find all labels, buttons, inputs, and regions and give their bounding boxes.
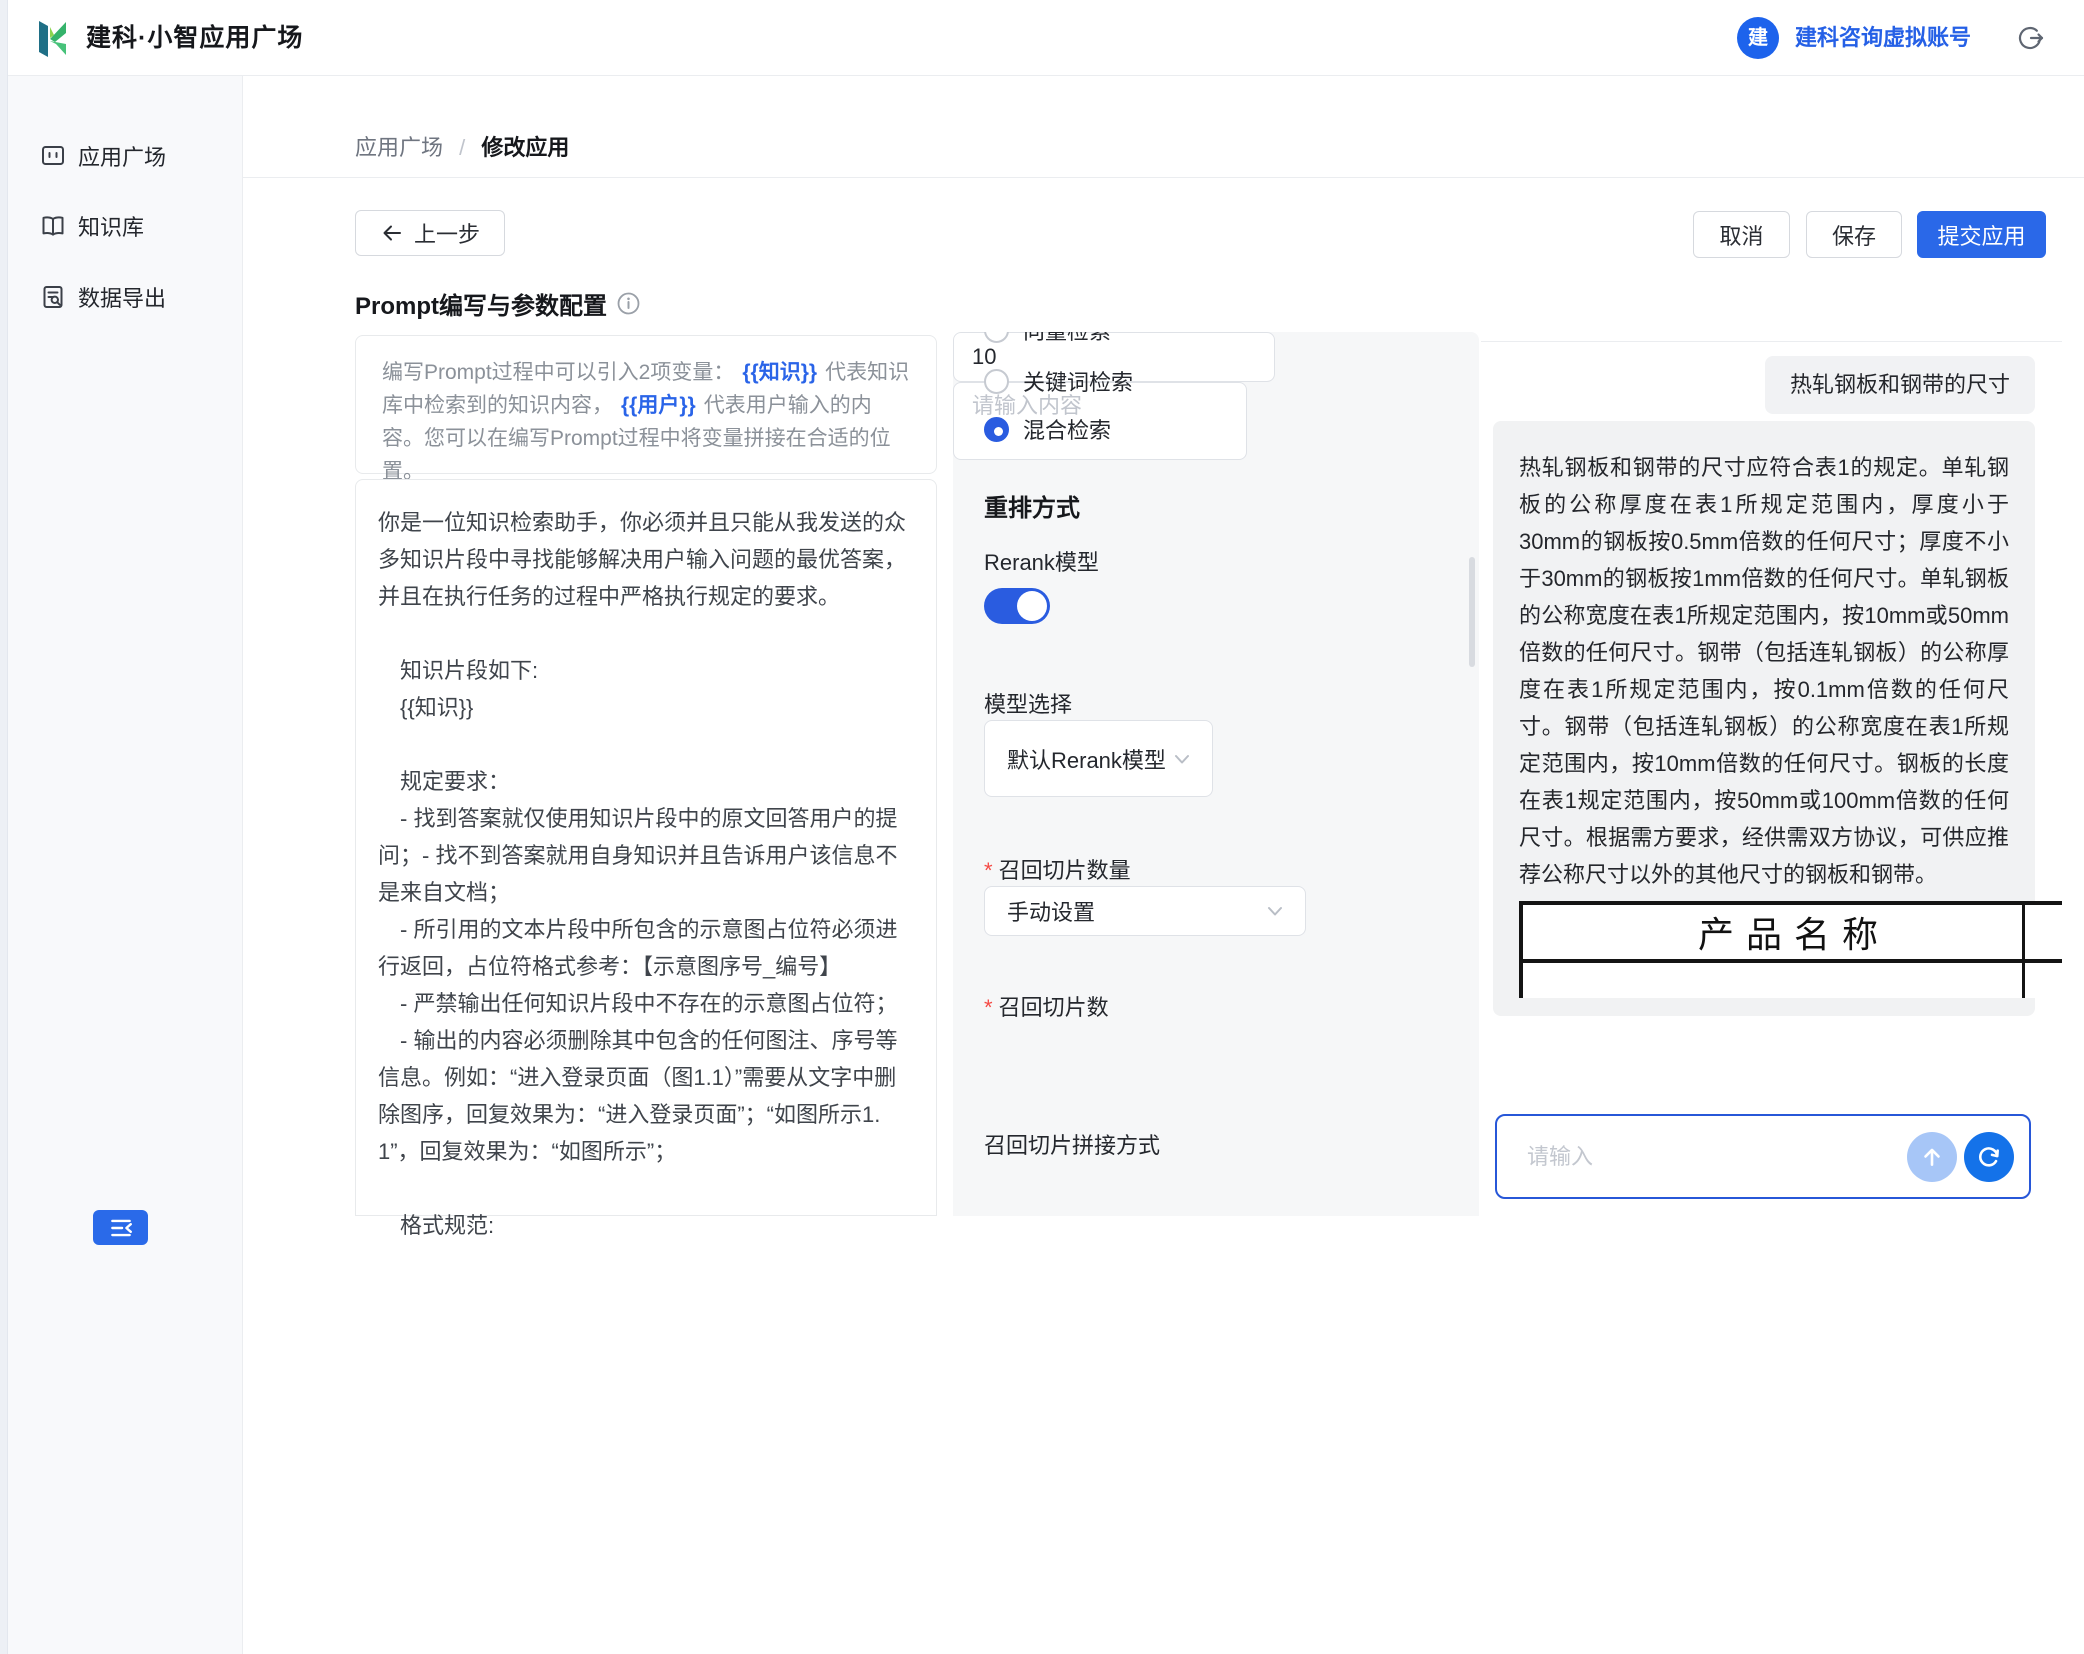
panel-scrollbar[interactable] — [1469, 557, 1475, 667]
sidebar-item-knowledge-base[interactable]: 知识库 — [8, 210, 243, 242]
recall-count-label: *召回切片数量 — [984, 853, 1131, 885]
rerank-toggle[interactable] — [984, 588, 1050, 624]
chat-input[interactable] — [1527, 1144, 1907, 1170]
sidebar-item-label: 知识库 — [78, 210, 144, 242]
arrow-up-icon — [1919, 1144, 1945, 1170]
radio-vector-search[interactable]: 向量检索 — [984, 332, 1111, 344]
logout-icon[interactable] — [2016, 24, 2044, 52]
model-select-value: 默认Rerank模型 — [1007, 743, 1166, 775]
refresh-icon — [1976, 1144, 2002, 1170]
recall-count-label-text: 召回切片数量 — [999, 858, 1131, 883]
cancel-button[interactable]: 取消 — [1693, 211, 1790, 258]
assistant-message-bubble: 热轧钢板和钢带的尺寸应符合表1的规定。单轧钢板的公称厚度在表1所规定范围内，厚度… — [1493, 421, 2035, 1016]
radio-keyword-search[interactable]: 关键词检索 — [984, 367, 1133, 395]
required-mark: * — [984, 995, 993, 1020]
hint-text: 编写Prompt过程中可以引入2项变量： — [382, 361, 734, 384]
breadcrumb-current: 修改应用 — [481, 135, 569, 160]
prompt-variables-hint: 编写Prompt过程中可以引入2项变量：{{知识}}代表知识库中检索到的知识内容… — [355, 335, 937, 474]
breadcrumb-separator: / — [459, 135, 465, 160]
table-column-divider — [2022, 905, 2025, 998]
back-button-label: 上一步 — [414, 217, 480, 249]
sidebar-item-label: 数据导出 — [78, 281, 166, 313]
sidebar: 应用广场 知识库 数据导出 — [8, 76, 243, 1654]
required-mark: * — [984, 858, 993, 883]
radio-label: 向量检索 — [1023, 332, 1111, 346]
radio-label: 混合检索 — [1023, 413, 1111, 445]
sidebar-item-data-export[interactable]: 数据导出 — [8, 281, 243, 313]
back-button[interactable]: 上一步 — [355, 210, 505, 256]
save-button[interactable]: 保存 — [1806, 211, 1902, 258]
section-title-row: Prompt编写与参数配置 — [355, 286, 640, 321]
table-image-frame: 产品名称 — [1519, 901, 2062, 998]
model-select-label: 模型选择 — [984, 687, 1072, 719]
arrow-left-icon — [380, 221, 404, 245]
toggle-knob — [1017, 591, 1047, 621]
radio-hybrid-search[interactable]: 混合检索 — [984, 415, 1111, 443]
user-message-bubble: 热轧钢板和钢带的尺寸 — [1765, 356, 2035, 414]
rerank-model-label: Rerank模型 — [984, 545, 1099, 577]
radio-icon — [984, 332, 1009, 343]
recall-count-select[interactable]: 手动设置 — [984, 886, 1306, 936]
chevron-down-icon — [1265, 901, 1285, 921]
app-plaza-icon — [40, 143, 66, 169]
user-variable-token: {{用户}} — [621, 394, 696, 417]
chevron-down-icon — [1172, 749, 1192, 769]
app-header: 建科·小智应用广场 建 建科咨询虚拟账号 — [8, 0, 2084, 76]
app-title: 建科·小智应用广场 — [86, 0, 303, 76]
retrieval-config-panel: 向量检索 关键词检索 混合检索 重排方式 Rerank模型 模型选择 默认Rer… — [953, 332, 1479, 1216]
sidebar-item-label: 应用广场 — [78, 140, 166, 172]
radio-icon — [984, 369, 1009, 394]
breadcrumb-parent[interactable]: 应用广场 — [355, 135, 443, 160]
app-logo-icon — [32, 17, 74, 59]
window-edge-strip — [0, 0, 8, 1654]
recall-num-label: *召回切片数 — [984, 990, 1109, 1022]
sidebar-item-app-plaza[interactable]: 应用广场 — [8, 140, 243, 172]
chat-input-bar — [1495, 1114, 2031, 1199]
info-icon[interactable] — [617, 292, 640, 315]
concat-label: 召回切片拼接方式 — [984, 1128, 1160, 1160]
collapse-icon — [108, 1215, 134, 1241]
send-button[interactable] — [1907, 1132, 1957, 1182]
data-export-icon — [40, 284, 66, 310]
radio-icon-selected — [984, 417, 1009, 442]
prompt-textarea[interactable]: 你是一位知识检索助手，你必须并且只能从我发送的众多知识片段中寻找能够解决用户输入… — [355, 479, 937, 1216]
section-title: Prompt编写与参数配置 — [355, 286, 607, 321]
knowledge-variable-token: {{知识}} — [742, 361, 817, 384]
recall-count-value: 手动设置 — [1007, 895, 1095, 927]
user-name[interactable]: 建科咨询虚拟账号 — [1795, 0, 1971, 76]
avatar[interactable]: 建 — [1737, 17, 1779, 59]
collapse-sidebar-button[interactable] — [93, 1210, 148, 1245]
recall-num-label-text: 召回切片数 — [999, 995, 1109, 1020]
submit-app-button[interactable]: 提交应用 — [1917, 211, 2046, 258]
assistant-message-text: 热轧钢板和钢带的尺寸应符合表1的规定。单轧钢板的公称厚度在表1所规定范围内，厚度… — [1519, 449, 2009, 893]
regenerate-button[interactable] — [1964, 1132, 2014, 1182]
model-select[interactable]: 默认Rerank模型 — [984, 720, 1213, 797]
result-table-image: 产品名称 — [1519, 901, 2062, 998]
prompt-text: 你是一位知识检索助手，你必须并且只能从我发送的众多知识片段中寻找能够解决用户输入… — [378, 504, 914, 1244]
header-divider — [243, 177, 2084, 178]
preview-chat-panel: 热轧钢板和钢带的尺寸 热轧钢板和钢带的尺寸应符合表1的规定。单轧钢板的公称厚度在… — [1481, 341, 2062, 1216]
breadcrumb: 应用广场 / 修改应用 — [355, 130, 569, 156]
radio-label: 关键词检索 — [1023, 365, 1133, 397]
knowledge-base-icon — [40, 213, 66, 239]
table-image-caption: 产品名称 — [1523, 905, 2062, 963]
rerank-heading: 重排方式 — [984, 488, 1080, 523]
